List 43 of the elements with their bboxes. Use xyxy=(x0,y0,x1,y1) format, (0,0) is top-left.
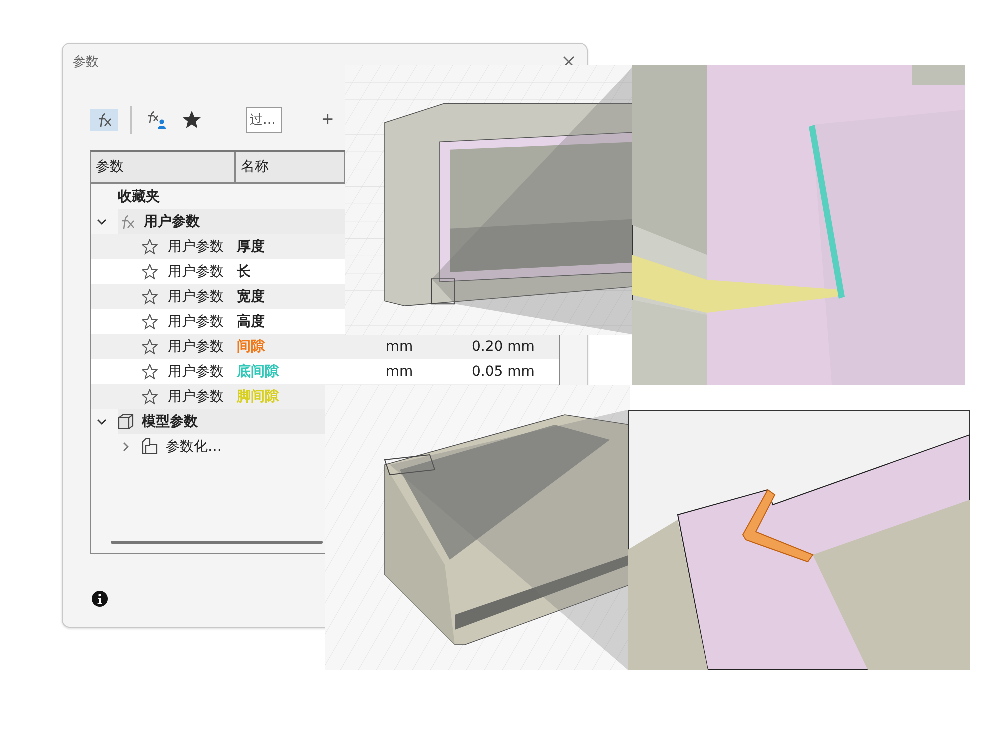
parameter-name: 长 xyxy=(237,264,251,280)
column-header[interactable]: 参数 xyxy=(91,152,236,182)
chevron-icon[interactable] xyxy=(97,416,107,426)
table-cell: 用户参数 xyxy=(168,362,224,380)
star-icon[interactable] xyxy=(142,364,158,380)
parameter-name: 脚间隙 xyxy=(237,388,279,404)
star-icon[interactable] xyxy=(142,314,158,330)
table-cell: 用户参数 xyxy=(168,262,224,280)
star-icon[interactable] xyxy=(142,388,158,404)
close-icon[interactable] xyxy=(563,56,575,68)
table-cell: 用户参数 xyxy=(168,288,224,306)
table-cell-text: 0.20 mm xyxy=(471,338,535,354)
chevron-icon[interactable] xyxy=(97,216,107,226)
star-icon[interactable] xyxy=(142,238,158,254)
tree-item[interactable]: 参数化… xyxy=(166,438,222,456)
table-cell-text: 0.05 mm xyxy=(471,364,535,380)
filter-field[interactable]: 过… xyxy=(246,107,282,133)
user-function-icon xyxy=(146,110,168,130)
star-icon[interactable] xyxy=(142,264,158,280)
component-icon xyxy=(141,438,159,456)
parameter-name: 间隙 xyxy=(237,338,265,354)
star-icon[interactable] xyxy=(142,288,158,304)
table-cell-text: mm xyxy=(384,364,414,380)
table-cell: 用户参数 xyxy=(168,388,224,406)
parameter-name: 厚度 xyxy=(237,238,265,254)
table-cell: 用户参数 xyxy=(168,338,224,356)
info-icon[interactable] xyxy=(92,591,108,607)
parameter-name: 宽度 xyxy=(237,288,265,304)
table-cell: 用户参数 xyxy=(168,312,224,330)
add-button[interactable]: + xyxy=(318,108,338,132)
parameter-name: 高度 xyxy=(237,314,265,330)
parameter-name: 底间隙 xyxy=(237,364,279,380)
scrollbar[interactable] xyxy=(111,541,323,544)
star-icon xyxy=(182,110,202,130)
cube-icon xyxy=(117,412,135,430)
star-icon[interactable] xyxy=(142,338,158,354)
tree-item[interactable]: 模型参数 xyxy=(142,412,198,430)
tree-item[interactable]: 收藏夹 xyxy=(118,188,160,206)
tree-item[interactable]: 用户参数 xyxy=(144,212,200,230)
function-button[interactable] xyxy=(90,109,118,131)
table-cell: 用户参数 xyxy=(168,238,224,256)
table-cell-text: mm xyxy=(384,338,414,354)
window-title: 参数 xyxy=(73,54,99,71)
